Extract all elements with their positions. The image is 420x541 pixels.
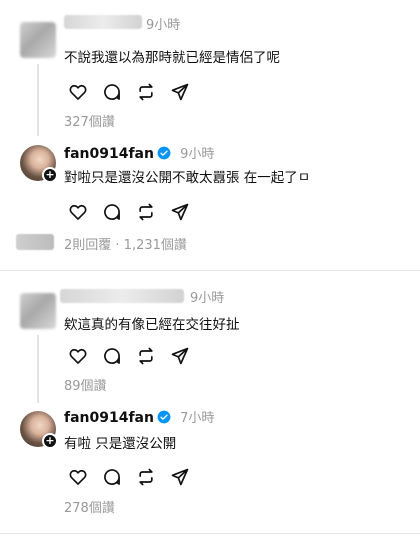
username-blurred[interactable]	[64, 15, 142, 29]
author-avatar[interactable]: +	[20, 145, 58, 183]
author-avatar[interactable]: +	[20, 411, 58, 449]
plus-icon[interactable]: +	[42, 433, 58, 449]
comment-icon	[104, 204, 120, 220]
comment-icon	[104, 84, 120, 100]
repost-button[interactable]	[136, 200, 170, 224]
send-icon	[171, 203, 189, 221]
comment-actions	[68, 80, 204, 104]
comment-button[interactable]	[102, 80, 136, 104]
comment-time: 9小時	[146, 18, 181, 33]
repost-icon	[139, 468, 153, 486]
comment-actions	[68, 465, 204, 489]
comment-actions	[68, 200, 204, 224]
like-count[interactable]: 278個讚	[64, 497, 115, 516]
comment-text: 欸這真的有像已經在交往好扯	[64, 317, 240, 333]
thread-line	[37, 64, 39, 136]
like-button[interactable]	[68, 344, 102, 368]
heart-icon	[69, 469, 87, 485]
verified-badge-icon	[157, 145, 171, 160]
comment-time: 7小時	[180, 411, 215, 426]
share-button[interactable]	[170, 200, 204, 224]
username[interactable]: fan0914fan	[64, 146, 154, 162]
comment-text: 有啦 只是還沒公開	[64, 436, 177, 452]
thread-line	[37, 335, 39, 403]
send-icon	[171, 468, 189, 486]
repost-icon	[139, 347, 153, 365]
reply-avatars-blurred[interactable]	[16, 234, 54, 250]
share-button[interactable]	[170, 465, 204, 489]
plus-icon[interactable]: +	[42, 167, 58, 183]
like-count[interactable]: 89個讚	[64, 375, 107, 394]
send-icon	[171, 83, 189, 101]
avatar-blurred[interactable]	[20, 22, 56, 58]
comment-time: 9小時	[180, 147, 215, 162]
verified-badge-icon	[157, 409, 171, 424]
divider	[0, 270, 420, 271]
like-button[interactable]	[68, 80, 102, 104]
comment-actions	[68, 344, 204, 368]
divider	[0, 533, 420, 534]
heart-icon	[69, 204, 87, 220]
like-count[interactable]: 327個讚	[64, 111, 115, 130]
like-button[interactable]	[68, 465, 102, 489]
comment-icon	[104, 348, 120, 364]
comment-header: fan0914fan 9小時	[64, 143, 214, 162]
comment-icon	[104, 469, 120, 485]
heart-icon	[69, 348, 87, 364]
share-button[interactable]	[170, 344, 204, 368]
comment-header: fan0914fan 7小時	[64, 407, 214, 426]
repost-icon	[139, 203, 153, 221]
send-icon	[171, 347, 189, 365]
comment-button[interactable]	[102, 465, 136, 489]
repost-button[interactable]	[136, 80, 170, 104]
comment-button[interactable]	[102, 344, 136, 368]
comment-text: 不說我還以為那時就已經是情侶了呢	[64, 50, 280, 66]
username-blurred[interactable]	[60, 289, 184, 303]
avatar-blurred[interactable]	[20, 293, 56, 329]
repost-button[interactable]	[136, 465, 170, 489]
like-button[interactable]	[68, 200, 102, 224]
comment-text: 對啦只是還沒公開不敢太囂張 在一起了ㅁ	[64, 170, 311, 186]
comment-button[interactable]	[102, 200, 136, 224]
heart-icon	[69, 84, 87, 100]
repost-button[interactable]	[136, 344, 170, 368]
repost-icon	[139, 83, 153, 101]
replies-summary[interactable]: 2則回覆 · 1,231個讚	[64, 234, 187, 253]
username[interactable]: fan0914fan	[64, 410, 154, 426]
share-button[interactable]	[170, 80, 204, 104]
comment-time: 9小時	[190, 291, 225, 306]
